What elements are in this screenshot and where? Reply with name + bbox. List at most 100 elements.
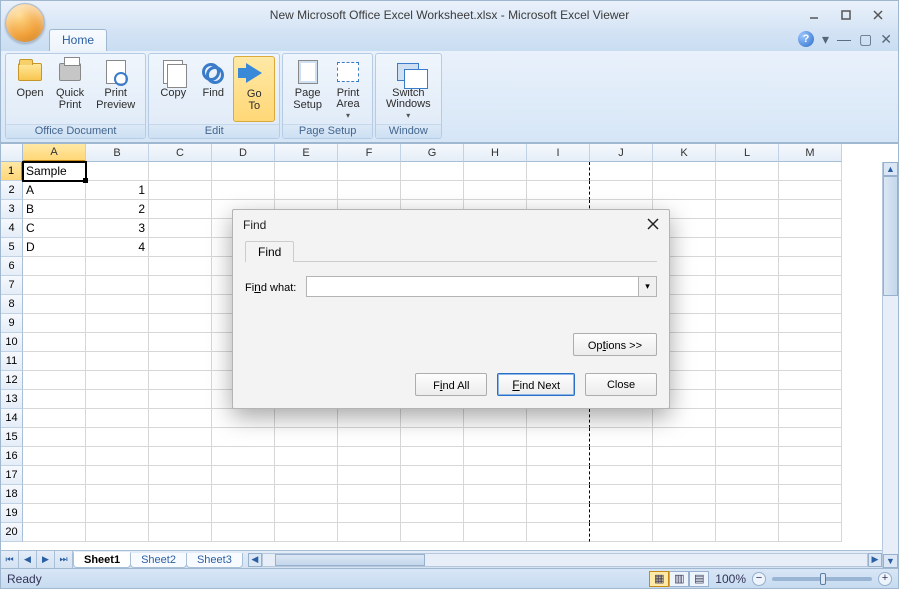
find-all-button[interactable]: Find All (415, 373, 487, 396)
cell[interactable] (779, 333, 842, 352)
cell[interactable] (464, 466, 527, 485)
cell[interactable] (464, 447, 527, 466)
column-header[interactable]: C (149, 144, 212, 162)
cell[interactable] (149, 409, 212, 428)
cell[interactable]: 1 (86, 181, 149, 200)
cell[interactable] (338, 447, 401, 466)
cell[interactable] (779, 219, 842, 238)
tab-home[interactable]: Home (49, 29, 107, 51)
cell[interactable] (149, 162, 212, 181)
cell[interactable] (401, 466, 464, 485)
cell[interactable] (149, 257, 212, 276)
cell[interactable] (527, 485, 590, 504)
cell[interactable] (779, 447, 842, 466)
row-header[interactable]: 1 (1, 162, 23, 181)
cell[interactable] (779, 257, 842, 276)
cell[interactable] (23, 257, 86, 276)
page-setup-button[interactable]: Page Setup (287, 56, 328, 122)
cell[interactable] (653, 485, 716, 504)
row-header[interactable]: 17 (1, 466, 23, 485)
cell[interactable] (23, 314, 86, 333)
vscroll-track[interactable] (883, 176, 898, 554)
column-header[interactable]: D (212, 144, 275, 162)
column-header[interactable]: L (716, 144, 779, 162)
column-header[interactable]: I (527, 144, 590, 162)
cell[interactable] (527, 162, 590, 181)
sheet-tab[interactable]: Sheet3 (186, 553, 243, 568)
column-header[interactable]: H (464, 144, 527, 162)
cell[interactable] (338, 181, 401, 200)
cell[interactable] (212, 447, 275, 466)
cell[interactable] (86, 162, 149, 181)
row-header[interactable]: 3 (1, 200, 23, 219)
cell[interactable]: C (23, 219, 86, 238)
cell[interactable] (338, 428, 401, 447)
column-header[interactable]: B (86, 144, 149, 162)
cell[interactable] (779, 162, 842, 181)
cell[interactable] (275, 428, 338, 447)
mdi-restore-icon[interactable]: ▢ (859, 32, 872, 46)
cell[interactable] (716, 162, 779, 181)
find-next-button[interactable]: Find Next (497, 373, 575, 396)
row-header[interactable]: 7 (1, 276, 23, 295)
cell[interactable] (653, 504, 716, 523)
cell[interactable] (716, 485, 779, 504)
cell[interactable] (779, 371, 842, 390)
scroll-right-button[interactable]: ▶ (868, 553, 882, 567)
cell[interactable] (86, 390, 149, 409)
office-button[interactable] (5, 3, 45, 43)
cell[interactable] (149, 523, 212, 542)
cell[interactable] (779, 390, 842, 409)
print-preview-button[interactable]: Print Preview (90, 56, 141, 122)
dialog-close-action-button[interactable]: Close (585, 373, 657, 396)
last-sheet-button[interactable]: ⏭ (55, 551, 73, 568)
cell[interactable] (527, 428, 590, 447)
find-button[interactable]: Find (193, 56, 233, 122)
mdi-close-icon[interactable]: ✕ (880, 32, 892, 46)
cell[interactable] (23, 276, 86, 295)
cell[interactable] (401, 523, 464, 542)
cell[interactable] (212, 504, 275, 523)
row-header[interactable]: 19 (1, 504, 23, 523)
cell[interactable] (401, 428, 464, 447)
cell[interactable] (212, 162, 275, 181)
find-what-input[interactable] (306, 276, 639, 297)
cell[interactable] (527, 409, 590, 428)
cell[interactable] (716, 371, 779, 390)
cell[interactable] (86, 428, 149, 447)
cell[interactable] (716, 504, 779, 523)
row-header[interactable]: 16 (1, 447, 23, 466)
cell[interactable] (716, 181, 779, 200)
hscroll-track[interactable] (262, 553, 868, 567)
cell[interactable] (527, 523, 590, 542)
zoom-in-button[interactable]: + (878, 572, 892, 586)
cell[interactable] (149, 333, 212, 352)
cell[interactable] (716, 238, 779, 257)
cell[interactable] (149, 371, 212, 390)
cell[interactable] (653, 409, 716, 428)
cell[interactable] (149, 181, 212, 200)
cell[interactable] (401, 504, 464, 523)
cell[interactable] (779, 200, 842, 219)
go-to-button[interactable]: Go To (233, 56, 275, 122)
cell[interactable] (149, 238, 212, 257)
cell[interactable] (716, 295, 779, 314)
cell[interactable] (779, 238, 842, 257)
dialog-close-button[interactable] (647, 218, 659, 233)
next-sheet-button[interactable]: ▶ (37, 551, 55, 568)
cell[interactable] (779, 352, 842, 371)
cell[interactable] (275, 181, 338, 200)
cell[interactable] (779, 295, 842, 314)
cell[interactable] (716, 428, 779, 447)
cell[interactable] (716, 390, 779, 409)
cell[interactable] (23, 352, 86, 371)
row-header[interactable]: 13 (1, 390, 23, 409)
cell[interactable] (590, 162, 653, 181)
cell[interactable] (464, 485, 527, 504)
cell[interactable] (338, 466, 401, 485)
cell[interactable] (338, 162, 401, 181)
cell[interactable] (338, 504, 401, 523)
cell[interactable] (464, 181, 527, 200)
ribbon-context-dropdown-icon[interactable]: ▾ (822, 32, 829, 46)
row-header[interactable]: 2 (1, 181, 23, 200)
